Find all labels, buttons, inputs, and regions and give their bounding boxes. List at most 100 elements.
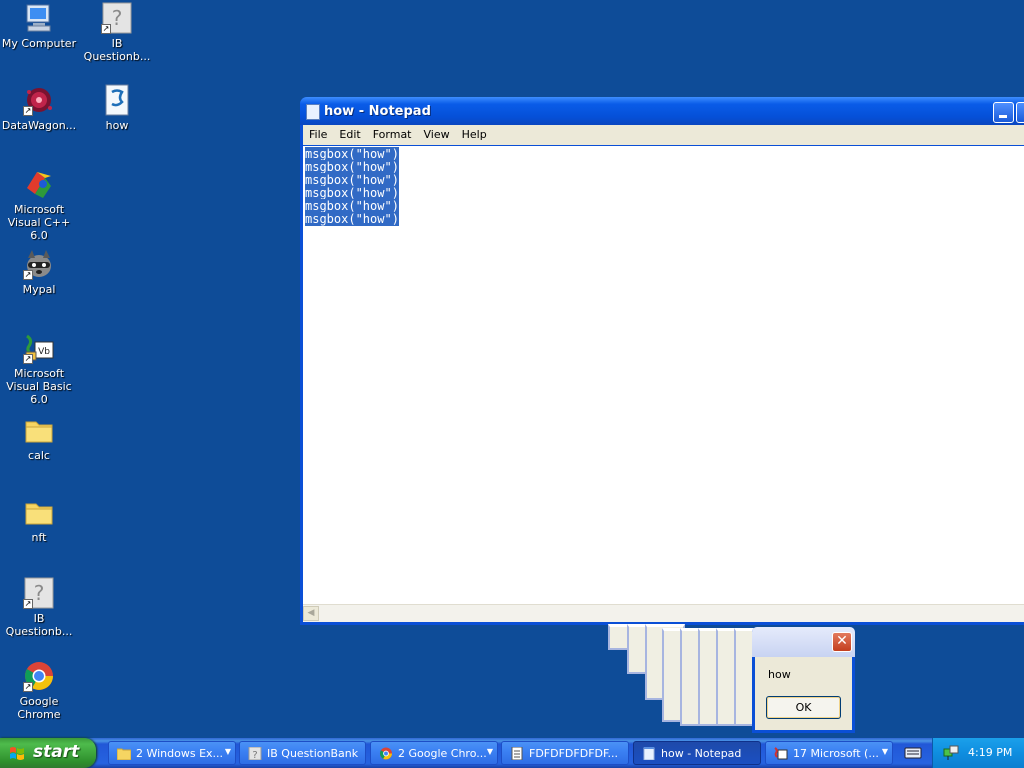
task-label: FDFDFDFDFDF... [529, 747, 619, 760]
desktop-icon-nft[interactable]: nft [0, 496, 78, 544]
desktop-icon-ib-questionbank-2[interactable]: ? ↗ IB Questionb... [0, 577, 78, 638]
visual-basic-icon: Vb ↗ [23, 332, 55, 364]
chevron-down-icon: ▼ [881, 747, 888, 756]
vb-icon [774, 747, 788, 760]
desktop-icon-google-chrome[interactable]: ↗ Google Chrome [0, 660, 78, 721]
task-label: 2 Google Chro... [398, 747, 487, 760]
notepad-window: how - Notepad File Edit Format View Help msg… [300, 97, 1024, 625]
desktop-icon-label: how [105, 119, 129, 132]
minimize-button[interactable] [993, 102, 1014, 123]
menu-view[interactable]: View [418, 125, 456, 145]
task-label: 17 Microsoft (... [793, 747, 879, 760]
desktop-icon-label: My Computer [1, 37, 77, 50]
desktop-icon-visual-basic[interactable]: Vb ↗ Microsoft Visual Basic 6.0 [0, 332, 78, 406]
desktop-icon-my-computer[interactable]: My Computer [0, 2, 78, 50]
task-ib-questionbank[interactable]: ? IB QuestionBank [239, 741, 366, 765]
start-label: start [33, 742, 80, 762]
desktop-icon-label: Mypal [22, 283, 56, 296]
menu-edit[interactable]: Edit [333, 125, 366, 145]
desktop-icon-label: calc [28, 449, 50, 462]
task-label: 2 Windows Ex... [136, 747, 224, 760]
code-line: msgbox("how") [305, 199, 399, 213]
task-label: how - Notepad [661, 747, 742, 760]
message-box-titlebar[interactable]: ✕ [752, 627, 855, 657]
taskbar: start 2 Windows Ex... ▼ ? IB QuestionBan… [0, 738, 1024, 768]
message-box-body: how OK [755, 657, 852, 730]
desktop-icon-label: Microsoft Visual Basic 6.0 [6, 367, 72, 406]
document-icon [511, 747, 523, 760]
task-notepad[interactable]: how - Notepad [633, 741, 761, 765]
task-windows-explorer[interactable]: 2 Windows Ex... ▼ [108, 741, 236, 765]
script-file-icon [101, 84, 133, 116]
shortcut-arrow-icon: ↗ [101, 24, 111, 34]
desktop-icon-label: Microsoft Visual C++ 6.0 [7, 203, 71, 242]
menu-help[interactable]: Help [456, 125, 493, 145]
code-line: msgbox("how") [305, 186, 399, 200]
desktop-icon-label: nft [31, 531, 47, 544]
start-button[interactable]: start [0, 738, 96, 768]
unknown-file-icon: ? ↗ [23, 577, 55, 609]
svg-text:Vb: Vb [38, 347, 50, 357]
chrome-icon: ↗ [23, 660, 55, 692]
editor-content: msgbox("how") msgbox("how") msgbox("how"… [305, 147, 399, 226]
desktop-icon-label: Google Chrome [17, 695, 61, 721]
horizontal-scrollbar[interactable]: ◀ [303, 604, 1024, 622]
folder-icon [117, 748, 131, 760]
folder-icon [23, 496, 55, 528]
shortcut-arrow-icon: ↗ [23, 682, 33, 692]
chevron-down-icon: ▼ [224, 747, 231, 756]
desktop-icon-label: IB Questionb... [5, 612, 73, 638]
menu-format[interactable]: Format [367, 125, 418, 145]
notepad-icon [306, 104, 320, 120]
svg-text:?: ? [34, 581, 45, 605]
message-text: how [768, 668, 791, 681]
desktop-icon-ib-questionbank[interactable]: ? ↗ IB Questionb... [78, 2, 156, 63]
maximize-button[interactable] [1016, 102, 1024, 123]
clock[interactable]: 4:19 PM [968, 746, 1012, 759]
window-title: how - Notepad [324, 104, 431, 119]
shortcut-arrow-icon: ↗ [23, 599, 33, 609]
menu-file[interactable]: File [303, 125, 333, 145]
message-box: ✕ how OK [752, 627, 855, 733]
svg-text:?: ? [112, 6, 123, 30]
task-fdfd-document[interactable]: FDFDFDFDFDF... [501, 741, 629, 765]
desktop-icon-how[interactable]: how [78, 84, 156, 132]
computer-icon [23, 2, 55, 34]
desktop-icon-label: DataWagon... [1, 119, 77, 132]
code-line: msgbox("how") [305, 160, 399, 174]
desktop-icon-visual-cpp[interactable]: Microsoft Visual C++ 6.0 [0, 168, 78, 242]
desktop-icon-datawagon[interactable]: ↗ DataWagon... [0, 84, 78, 132]
close-icon[interactable]: ✕ [832, 632, 852, 652]
folder-icon [23, 414, 55, 446]
code-line: msgbox("how") [305, 173, 399, 187]
desktop-icon-label: IB Questionb... [83, 37, 151, 63]
chevron-down-icon: ▼ [486, 747, 493, 756]
keyboard-icon[interactable] [896, 741, 930, 765]
menu-bar: File Edit Format View Help [303, 125, 1024, 145]
code-line: msgbox("how") [305, 212, 399, 226]
desktop-icon-mypal[interactable]: ↗ Mypal [0, 248, 78, 296]
task-google-chrome[interactable]: 2 Google Chro... ▼ [370, 741, 498, 765]
app-icon: ? [248, 747, 262, 760]
raccoon-icon: ↗ [23, 248, 55, 280]
visual-cpp-icon [23, 168, 55, 200]
code-line: msgbox("how") [305, 147, 399, 161]
chrome-icon [379, 747, 393, 760]
unknown-file-icon: ? ↗ [101, 2, 133, 34]
scroll-left-icon[interactable]: ◀ [303, 606, 319, 621]
text-editor[interactable]: msgbox("how") msgbox("how") msgbox("how"… [303, 146, 1024, 622]
ok-button[interactable]: OK [766, 696, 841, 719]
notepad-icon [643, 747, 655, 760]
system-tray: 4:19 PM [932, 738, 1024, 768]
datawagon-icon: ↗ [23, 84, 55, 116]
network-icon[interactable] [943, 745, 959, 761]
svg-text:?: ? [252, 750, 257, 760]
task-microsoft-vb[interactable]: 17 Microsoft (... ▼ [765, 741, 893, 765]
desktop-icon-calc[interactable]: calc [0, 414, 78, 462]
task-label: IB QuestionBank [267, 747, 359, 760]
shortcut-arrow-icon: ↗ [23, 106, 33, 116]
notepad-titlebar[interactable]: how - Notepad [300, 97, 1024, 125]
windows-logo-icon [10, 747, 24, 760]
shortcut-arrow-icon: ↗ [23, 270, 33, 280]
shortcut-arrow-icon: ↗ [23, 354, 33, 364]
